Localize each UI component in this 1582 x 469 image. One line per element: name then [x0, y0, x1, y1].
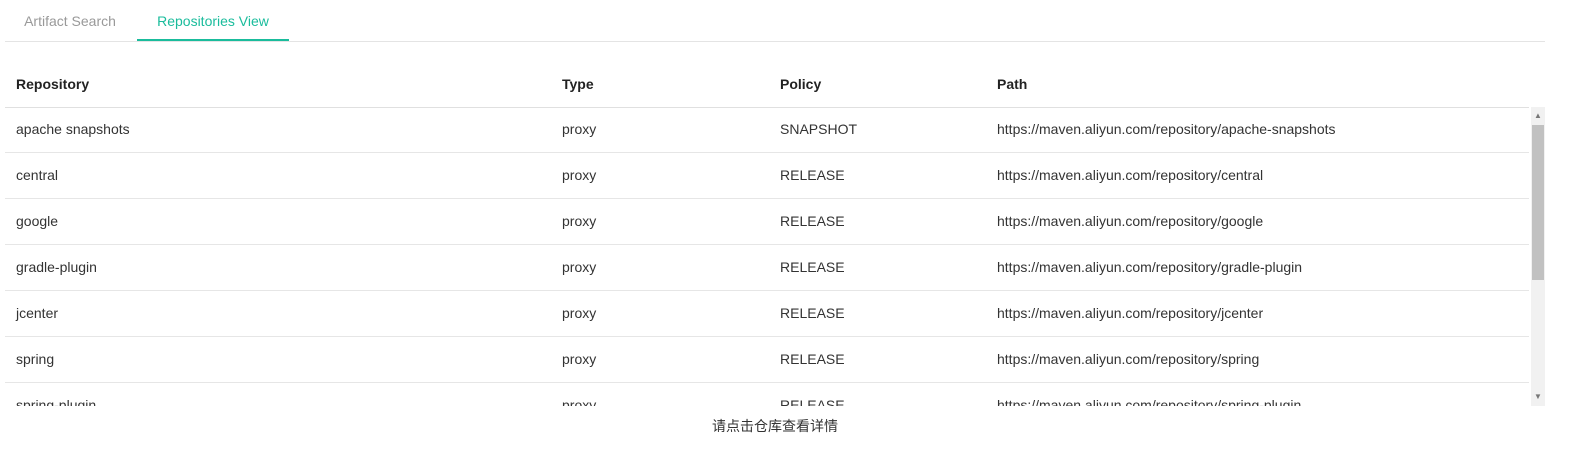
table-row[interactable]: spring-plugin proxy RELEASE https://mave… [5, 383, 1529, 406]
path-cell: https://maven.aliyun.com/repository/apac… [997, 121, 1336, 137]
policy-cell: RELEASE [780, 167, 845, 183]
tab-repositories-view[interactable]: Repositories View [137, 0, 289, 41]
tab-artifact-search[interactable]: Artifact Search [5, 0, 135, 40]
scrollbar-thumb[interactable] [1532, 125, 1544, 280]
policy-cell: RELEASE [780, 259, 845, 275]
repository-cell: spring [16, 351, 55, 367]
type-cell: proxy [562, 121, 597, 137]
table-row[interactable]: apache snapshots proxy SNAPSHOT https://… [5, 107, 1529, 153]
vertical-scrollbar[interactable]: ▲ ▼ [1531, 107, 1545, 406]
type-cell: proxy [562, 397, 597, 406]
table-row[interactable]: gradle-plugin proxy RELEASE https://mave… [5, 245, 1529, 291]
path-cell: https://maven.aliyun.com/repository/goog… [997, 213, 1264, 229]
policy-cell: RELEASE [780, 305, 845, 321]
table-header: Repository Type Policy Path [5, 61, 1529, 108]
path-cell: https://maven.aliyun.com/repository/spri… [997, 351, 1260, 367]
repository-cell: google [16, 213, 59, 229]
scroll-down-icon[interactable]: ▼ [1531, 390, 1545, 404]
path-cell: https://maven.aliyun.com/repository/spri… [997, 397, 1302, 406]
table-row[interactable]: central proxy RELEASE https://maven.aliy… [5, 153, 1529, 199]
path-cell: https://maven.aliyun.com/repository/jcen… [997, 305, 1264, 321]
repository-cell: central [16, 167, 59, 183]
policy-cell: RELEASE [780, 397, 845, 406]
type-cell: proxy [562, 259, 597, 275]
column-header-type[interactable]: Type [562, 76, 594, 92]
path-cell: https://maven.aliyun.com/repository/cent… [997, 167, 1264, 183]
policy-cell: RELEASE [780, 351, 845, 367]
repository-cell: spring-plugin [16, 397, 97, 406]
column-header-path[interactable]: Path [997, 76, 1027, 92]
footer-hint: 请点击仓库查看详情 [712, 418, 838, 434]
policy-cell: RELEASE [780, 213, 845, 229]
column-header-repository[interactable]: Repository [16, 76, 89, 92]
type-cell: proxy [562, 351, 597, 367]
type-cell: proxy [562, 213, 597, 229]
table-body: apache snapshots proxy SNAPSHOT https://… [5, 107, 1529, 406]
table-row[interactable]: jcenter proxy RELEASE https://maven.aliy… [5, 291, 1529, 337]
scroll-up-icon[interactable]: ▲ [1531, 109, 1545, 123]
repository-cell: gradle-plugin [16, 259, 97, 275]
type-cell: proxy [562, 305, 597, 321]
column-header-policy[interactable]: Policy [780, 76, 821, 92]
policy-cell: SNAPSHOT [780, 121, 858, 137]
repository-cell: jcenter [16, 305, 59, 321]
type-cell: proxy [562, 167, 597, 183]
repository-cell: apache snapshots [16, 121, 130, 137]
table-row[interactable]: google proxy RELEASE https://maven.aliyu… [5, 199, 1529, 245]
path-cell: https://maven.aliyun.com/repository/grad… [997, 259, 1303, 275]
table-row[interactable]: spring proxy RELEASE https://maven.aliyu… [5, 337, 1529, 383]
tab-bar: Artifact Search Repositories View [5, 0, 1545, 42]
